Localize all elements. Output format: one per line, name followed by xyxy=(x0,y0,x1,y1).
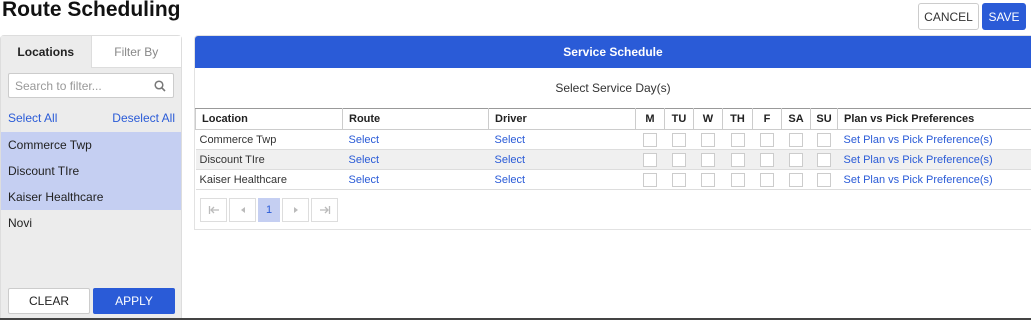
page: Route Scheduling CANCEL SAVE Locations F… xyxy=(0,0,1031,320)
day-checkbox-tu[interactable] xyxy=(672,132,686,147)
location-cell: Commerce Twp xyxy=(195,129,343,150)
schedule-table: Location Route Driver M TU W TH F SA SU … xyxy=(195,108,1031,190)
day-checkbox-f[interactable] xyxy=(760,172,774,187)
day-checkbox-w[interactable] xyxy=(701,152,715,167)
plan-pick-preference-link[interactable]: Set Plan vs Pick Preference(s) xyxy=(837,129,1031,150)
panel-subtitle: Select Service Day(s) xyxy=(555,81,671,95)
day-checkbox-th[interactable] xyxy=(730,172,745,187)
day-checkbox-th[interactable] xyxy=(730,132,745,147)
day-checkbox-m[interactable] xyxy=(643,152,657,167)
save-button[interactable]: SAVE xyxy=(982,3,1026,30)
column-header: W xyxy=(693,108,723,130)
cancel-button[interactable]: CANCEL xyxy=(918,3,979,30)
prev-page-icon[interactable] xyxy=(229,198,256,222)
plan-pick-preference-link[interactable]: Set Plan vs Pick Preference(s) xyxy=(837,169,1031,190)
deselect-all-link[interactable]: Deselect All xyxy=(112,111,175,125)
day-checkbox-tu[interactable] xyxy=(672,172,686,187)
tab-filter-by[interactable]: Filter By xyxy=(90,36,181,68)
day-checkbox-w[interactable] xyxy=(701,172,715,187)
column-header: Location xyxy=(195,108,343,130)
driver-select-link[interactable]: Select xyxy=(488,129,636,150)
next-page-icon[interactable] xyxy=(282,198,309,222)
column-header: Plan vs Pick Preferences xyxy=(837,108,1031,130)
column-header: M xyxy=(635,108,665,130)
tab-locations[interactable]: Locations xyxy=(1,36,91,68)
first-page-icon[interactable] xyxy=(200,198,227,222)
column-header: Driver xyxy=(488,108,636,130)
clear-button[interactable]: CLEAR xyxy=(8,288,90,314)
list-item[interactable]: Novi xyxy=(1,210,181,236)
search-input[interactable]: Search to filter... xyxy=(8,73,174,98)
plan-pick-preference-link[interactable]: Set Plan vs Pick Preference(s) xyxy=(837,149,1031,170)
column-header: Route xyxy=(342,108,489,130)
list-item[interactable]: Commerce Twp xyxy=(1,132,181,158)
day-checkbox-sa[interactable] xyxy=(789,172,803,187)
column-header: TH xyxy=(722,108,753,130)
column-header: SA xyxy=(781,108,811,130)
day-checkbox-m[interactable] xyxy=(643,172,657,187)
table-header-row: Location Route Driver M TU W TH F SA SU … xyxy=(195,108,1031,130)
page-number-button[interactable]: 1 xyxy=(258,198,280,222)
search-placeholder: Search to filter... xyxy=(15,78,102,93)
day-checkbox-tu[interactable] xyxy=(672,152,686,167)
day-checkbox-su[interactable] xyxy=(817,172,831,187)
location-cell: Discount TIre xyxy=(195,149,343,170)
day-checkbox-su[interactable] xyxy=(817,152,831,167)
list-item[interactable]: Kaiser Healthcare xyxy=(1,184,181,210)
day-checkbox-m[interactable] xyxy=(643,132,657,147)
driver-select-link[interactable]: Select xyxy=(488,169,636,190)
day-checkbox-sa[interactable] xyxy=(789,132,803,147)
table-row: Commerce Twp Select Select Set Plan vs P… xyxy=(195,129,1031,150)
search-icon xyxy=(151,77,169,95)
day-checkbox-f[interactable] xyxy=(760,132,774,147)
day-checkbox-sa[interactable] xyxy=(789,152,803,167)
pagination: 1 xyxy=(200,198,340,222)
day-checkbox-th[interactable] xyxy=(730,152,745,167)
last-page-icon[interactable] xyxy=(311,198,338,222)
day-checkbox-w[interactable] xyxy=(701,132,715,147)
select-all-link[interactable]: Select All xyxy=(8,111,57,125)
page-title: Route Scheduling xyxy=(2,0,181,21)
apply-button[interactable]: APPLY xyxy=(93,288,175,314)
driver-select-link[interactable]: Select xyxy=(488,149,636,170)
day-checkbox-su[interactable] xyxy=(817,132,831,147)
route-select-link[interactable]: Select xyxy=(342,169,489,190)
locations-panel: Locations Filter By Search to filter... … xyxy=(0,35,182,320)
service-schedule-panel: Service Schedule Select Service Day(s) L… xyxy=(194,35,1031,230)
location-cell: Kaiser Healthcare xyxy=(195,169,343,190)
location-list: Commerce Twp Discount TIre Kaiser Health… xyxy=(1,132,181,236)
panel-title: Service Schedule xyxy=(195,36,1031,68)
column-header: F xyxy=(752,108,782,130)
selection-links: Select All Deselect All xyxy=(8,111,175,125)
panel-tabs: Locations Filter By xyxy=(1,36,181,68)
day-checkbox-f[interactable] xyxy=(760,152,774,167)
list-item[interactable]: Discount TIre xyxy=(1,158,181,184)
table-row: Discount TIre Select Select Set Plan vs … xyxy=(195,149,1031,170)
column-header: SU xyxy=(810,108,838,130)
column-header: TU xyxy=(664,108,694,130)
route-select-link[interactable]: Select xyxy=(342,149,489,170)
table-row: Kaiser Healthcare Select Select Set Plan… xyxy=(195,169,1031,190)
route-select-link[interactable]: Select xyxy=(342,129,489,150)
